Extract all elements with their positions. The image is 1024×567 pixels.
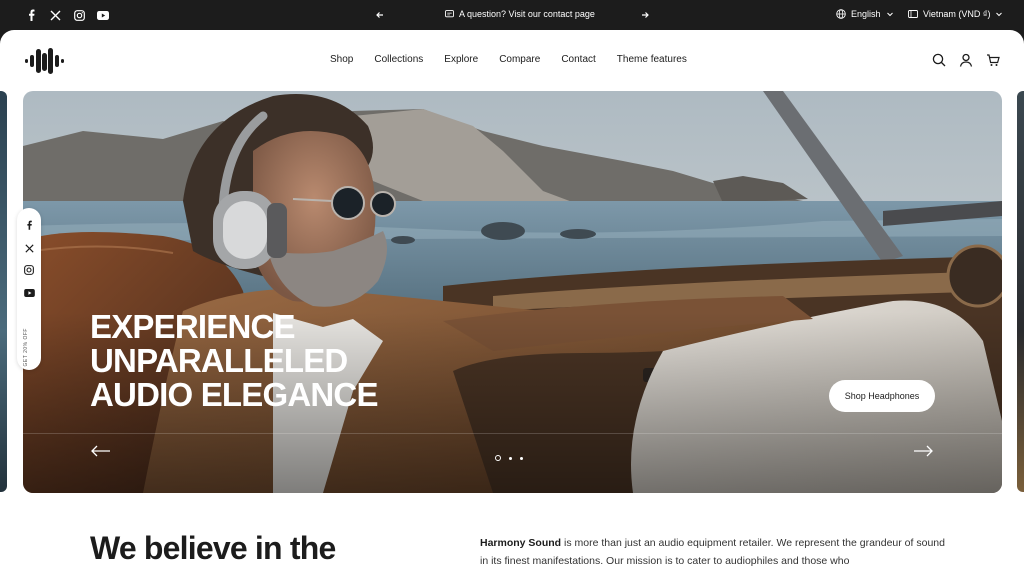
instagram-icon[interactable]	[72, 8, 86, 22]
slide-pagination	[495, 455, 523, 461]
hero-title: EXPERIENCE UNPARALLELED AUDIO ELEGANCE	[90, 310, 378, 412]
slide-dot-3[interactable]	[520, 456, 523, 460]
page-content: Shop Collections Explore Compare Contact…	[0, 30, 1024, 567]
instagram-icon[interactable]	[22, 263, 36, 277]
x-icon[interactable]	[22, 241, 36, 255]
announcement-next-button[interactable]	[639, 8, 651, 20]
nav-shop[interactable]: Shop	[330, 54, 353, 65]
nav-theme-features[interactable]: Theme features	[617, 54, 687, 65]
language-label: English	[851, 9, 881, 19]
nav-collections[interactable]: Collections	[374, 54, 423, 65]
currency-selector[interactable]: Vietnam (VND ₫)	[908, 9, 1003, 19]
promo-label[interactable]: GET 20% OFF	[23, 328, 29, 366]
brand-name: Harmony Sound	[480, 537, 562, 549]
x-icon[interactable]	[48, 8, 62, 22]
chevron-down-icon	[996, 12, 1003, 17]
chevron-down-icon	[886, 12, 893, 17]
nav-explore[interactable]: Explore	[444, 54, 478, 65]
next-slide-peek	[1017, 91, 1024, 492]
site-header: Shop Collections Explore Compare Contact…	[0, 30, 1024, 90]
about-heading: We believe in the	[90, 530, 336, 566]
cart-icon[interactable]	[986, 53, 1000, 67]
globe-icon	[836, 9, 846, 19]
nav-compare[interactable]: Compare	[499, 54, 540, 65]
hero-title-line: EXPERIENCE	[90, 308, 296, 345]
announcement-link[interactable]: A question? Visit our contact page	[445, 9, 595, 19]
announcement-prev-button[interactable]	[374, 8, 386, 20]
announcement-text: A question? Visit our contact page	[459, 9, 595, 19]
hero-prev-button[interactable]	[91, 444, 111, 457]
announcement-bar: A question? Visit our contact page Engli…	[0, 0, 1024, 30]
flag-icon	[908, 10, 918, 18]
nav-contact[interactable]: Contact	[561, 54, 595, 65]
main-nav: Shop Collections Explore Compare Contact…	[330, 54, 687, 65]
topbar-social-links	[24, 8, 110, 22]
account-icon[interactable]	[959, 53, 973, 67]
hero-image	[23, 91, 1002, 493]
logo-icon[interactable]	[25, 47, 65, 75]
slide-dot-2[interactable]	[509, 456, 512, 460]
message-icon	[445, 9, 454, 17]
currency-label: Vietnam (VND ₫)	[923, 9, 991, 19]
previous-slide-peek	[0, 91, 7, 492]
facebook-icon[interactable]	[24, 8, 38, 22]
shop-headphones-button[interactable]: Shop Headphones	[829, 380, 935, 412]
hero-title-line: AUDIO ELEGANCE	[90, 376, 378, 413]
header-actions	[932, 53, 1000, 67]
about-paragraph: Harmony Sound is more than just an audio…	[480, 534, 950, 567]
hero-slideshow: EXPERIENCE UNPARALLELED AUDIO ELEGANCE S…	[23, 91, 1002, 493]
hero-title-line: UNPARALLELED	[90, 342, 348, 379]
language-selector[interactable]: English	[836, 9, 894, 19]
youtube-icon[interactable]	[96, 8, 110, 22]
floating-social-bar: GET 20% OFF	[17, 208, 41, 370]
hero-next-button[interactable]	[913, 444, 933, 457]
youtube-icon[interactable]	[22, 286, 36, 300]
facebook-icon[interactable]	[22, 218, 36, 232]
search-icon[interactable]	[932, 53, 946, 67]
slide-dot-1[interactable]	[495, 455, 501, 461]
